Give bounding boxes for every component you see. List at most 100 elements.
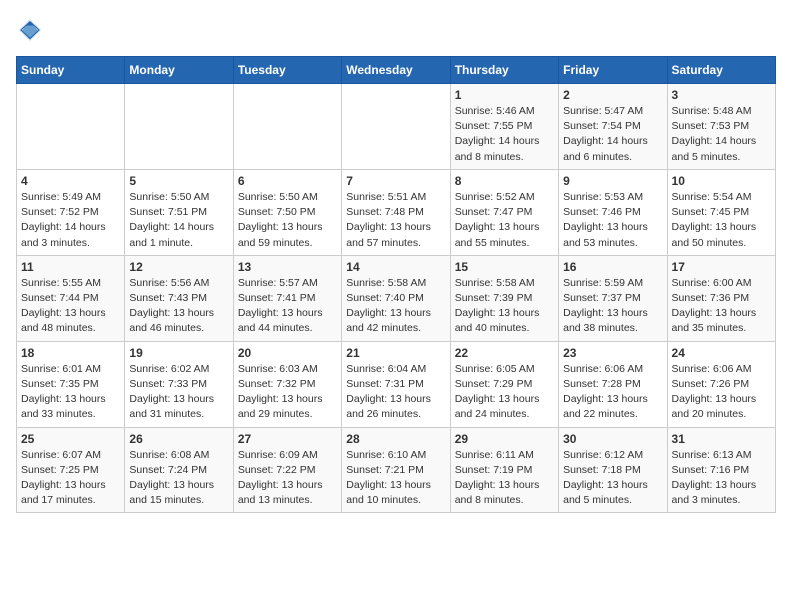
calendar-week-1: 1 Sunrise: 5:46 AM Sunset: 7:55 PM Daylig…	[17, 84, 776, 170]
day-number: 17	[672, 260, 771, 274]
day-info: Sunrise: 5:49 AM Sunset: 7:52 PM Dayligh…	[21, 190, 120, 251]
calendar-week-4: 18 Sunrise: 6:01 AM Sunset: 7:35 PM Dayli…	[17, 341, 776, 427]
day-number: 6	[238, 174, 337, 188]
calendar-cell: 29Sunrise: 6:11 AM Sunset: 7:19 PM Dayli…	[450, 427, 558, 513]
calendar-cell: 27 Sunrise: 6:09 AM Sunset: 7:22 PM Dayli…	[233, 427, 341, 513]
calendar-cell: 13Sunrise: 5:57 AM Sunset: 7:41 PM Dayli…	[233, 255, 341, 341]
day-info: Sunrise: 6:10 AM Sunset: 7:21 PM Dayligh…	[346, 448, 445, 509]
day-info: Sunrise: 5:56 AM Sunset: 7:43 PM Dayligh…	[129, 276, 228, 337]
weekday-header-tuesday: Tuesday	[233, 57, 341, 84]
day-number: 20	[238, 346, 337, 360]
day-info: Sunrise: 5:48 AM Sunset: 7:53 PM Dayligh…	[672, 104, 771, 165]
day-number: 16	[563, 260, 662, 274]
day-number: 11	[21, 260, 120, 274]
day-number: 31	[672, 432, 771, 446]
day-info: Sunrise: 6:08 AM Sunset: 7:24 PM Dayligh…	[129, 448, 228, 509]
calendar-cell: 22Sunrise: 6:05 AM Sunset: 7:29 PM Dayli…	[450, 341, 558, 427]
day-info: Sunrise: 5:55 AM Sunset: 7:44 PM Dayligh…	[21, 276, 120, 337]
day-info: Sunrise: 5:54 AM Sunset: 7:45 PM Dayligh…	[672, 190, 771, 251]
page-header	[16, 16, 776, 44]
calendar-cell: 1 Sunrise: 5:46 AM Sunset: 7:55 PM Daylig…	[450, 84, 558, 170]
calendar-cell: 7 Sunrise: 5:51 AM Sunset: 7:48 PM Daylig…	[342, 169, 450, 255]
calendar-cell	[342, 84, 450, 170]
day-info: Sunrise: 5:57 AM Sunset: 7:41 PM Dayligh…	[238, 276, 337, 337]
day-number: 2	[563, 88, 662, 102]
weekday-header-monday: Monday	[125, 57, 233, 84]
day-info: Sunrise: 6:00 AM Sunset: 7:36 PM Dayligh…	[672, 276, 771, 337]
day-info: Sunrise: 6:06 AM Sunset: 7:28 PM Dayligh…	[563, 362, 662, 423]
logo	[16, 16, 48, 44]
logo-icon	[16, 16, 44, 44]
day-number: 5	[129, 174, 228, 188]
weekday-header-row: SundayMondayTuesdayWednesdayThursdayFrid…	[17, 57, 776, 84]
day-info: Sunrise: 6:06 AM Sunset: 7:26 PM Dayligh…	[672, 362, 771, 423]
day-info: Sunrise: 6:01 AM Sunset: 7:35 PM Dayligh…	[21, 362, 120, 423]
day-info: Sunrise: 5:50 AM Sunset: 7:50 PM Dayligh…	[238, 190, 337, 251]
calendar-cell: 30 Sunrise: 6:12 AM Sunset: 7:18 PM Dayli…	[559, 427, 667, 513]
day-number: 3	[672, 88, 771, 102]
day-number: 21	[346, 346, 445, 360]
calendar-cell: 4 Sunrise: 5:49 AM Sunset: 7:52 PM Daylig…	[17, 169, 125, 255]
calendar-cell: 3 Sunrise: 5:48 AM Sunset: 7:53 PM Daylig…	[667, 84, 775, 170]
day-info: Sunrise: 6:05 AM Sunset: 7:29 PM Dayligh…	[455, 362, 554, 423]
calendar-cell: 21 Sunrise: 6:04 AM Sunset: 7:31 PM Dayli…	[342, 341, 450, 427]
day-info: Sunrise: 6:09 AM Sunset: 7:22 PM Dayligh…	[238, 448, 337, 509]
day-number: 19	[129, 346, 228, 360]
calendar-cell: 15Sunrise: 5:58 AM Sunset: 7:39 PM Dayli…	[450, 255, 558, 341]
day-info: Sunrise: 6:13 AM Sunset: 7:16 PM Dayligh…	[672, 448, 771, 509]
weekday-header-friday: Friday	[559, 57, 667, 84]
calendar-cell: 14 Sunrise: 5:58 AM Sunset: 7:40 PM Dayli…	[342, 255, 450, 341]
day-number: 9	[563, 174, 662, 188]
calendar-cell: 9 Sunrise: 5:53 AM Sunset: 7:46 PM Daylig…	[559, 169, 667, 255]
day-number: 30	[563, 432, 662, 446]
day-number: 1	[455, 88, 554, 102]
calendar-week-5: 25Sunrise: 6:07 AM Sunset: 7:25 PM Dayli…	[17, 427, 776, 513]
calendar-cell: 25Sunrise: 6:07 AM Sunset: 7:25 PM Dayli…	[17, 427, 125, 513]
day-number: 10	[672, 174, 771, 188]
day-number: 4	[21, 174, 120, 188]
day-info: Sunrise: 6:11 AM Sunset: 7:19 PM Dayligh…	[455, 448, 554, 509]
day-info: Sunrise: 5:47 AM Sunset: 7:54 PM Dayligh…	[563, 104, 662, 165]
calendar-cell: 16 Sunrise: 5:59 AM Sunset: 7:37 PM Dayli…	[559, 255, 667, 341]
day-number: 12	[129, 260, 228, 274]
day-number: 8	[455, 174, 554, 188]
day-info: Sunrise: 5:58 AM Sunset: 7:40 PM Dayligh…	[346, 276, 445, 337]
day-number: 15	[455, 260, 554, 274]
day-info: Sunrise: 5:53 AM Sunset: 7:46 PM Dayligh…	[563, 190, 662, 251]
calendar-table: SundayMondayTuesdayWednesdayThursdayFrid…	[16, 56, 776, 513]
calendar-cell: 24 Sunrise: 6:06 AM Sunset: 7:26 PM Dayli…	[667, 341, 775, 427]
calendar-cell: 11 Sunrise: 5:55 AM Sunset: 7:44 PM Dayli…	[17, 255, 125, 341]
calendar-cell: 6 Sunrise: 5:50 AM Sunset: 7:50 PM Daylig…	[233, 169, 341, 255]
day-info: Sunrise: 6:02 AM Sunset: 7:33 PM Dayligh…	[129, 362, 228, 423]
calendar-cell	[17, 84, 125, 170]
weekday-header-wednesday: Wednesday	[342, 57, 450, 84]
weekday-header-sunday: Sunday	[17, 57, 125, 84]
day-info: Sunrise: 6:12 AM Sunset: 7:18 PM Dayligh…	[563, 448, 662, 509]
calendar-cell: 19 Sunrise: 6:02 AM Sunset: 7:33 PM Dayli…	[125, 341, 233, 427]
day-info: Sunrise: 5:46 AM Sunset: 7:55 PM Dayligh…	[455, 104, 554, 165]
day-number: 27	[238, 432, 337, 446]
calendar-cell: 31 Sunrise: 6:13 AM Sunset: 7:16 PM Dayli…	[667, 427, 775, 513]
calendar-cell: 23 Sunrise: 6:06 AM Sunset: 7:28 PM Dayli…	[559, 341, 667, 427]
day-info: Sunrise: 5:59 AM Sunset: 7:37 PM Dayligh…	[563, 276, 662, 337]
calendar-cell: 18 Sunrise: 6:01 AM Sunset: 7:35 PM Dayli…	[17, 341, 125, 427]
calendar-week-2: 4 Sunrise: 5:49 AM Sunset: 7:52 PM Daylig…	[17, 169, 776, 255]
day-info: Sunrise: 6:04 AM Sunset: 7:31 PM Dayligh…	[346, 362, 445, 423]
calendar-week-3: 11 Sunrise: 5:55 AM Sunset: 7:44 PM Dayli…	[17, 255, 776, 341]
day-number: 28	[346, 432, 445, 446]
calendar-cell: 10 Sunrise: 5:54 AM Sunset: 7:45 PM Dayli…	[667, 169, 775, 255]
calendar-cell	[125, 84, 233, 170]
weekday-header-saturday: Saturday	[667, 57, 775, 84]
calendar-cell	[233, 84, 341, 170]
day-info: Sunrise: 5:52 AM Sunset: 7:47 PM Dayligh…	[455, 190, 554, 251]
day-number: 24	[672, 346, 771, 360]
day-number: 23	[563, 346, 662, 360]
day-number: 26	[129, 432, 228, 446]
weekday-header-thursday: Thursday	[450, 57, 558, 84]
calendar-cell: 12 Sunrise: 5:56 AM Sunset: 7:43 PM Dayli…	[125, 255, 233, 341]
day-number: 14	[346, 260, 445, 274]
day-number: 18	[21, 346, 120, 360]
day-info: Sunrise: 5:51 AM Sunset: 7:48 PM Dayligh…	[346, 190, 445, 251]
day-number: 7	[346, 174, 445, 188]
calendar-cell: 17 Sunrise: 6:00 AM Sunset: 7:36 PM Dayli…	[667, 255, 775, 341]
